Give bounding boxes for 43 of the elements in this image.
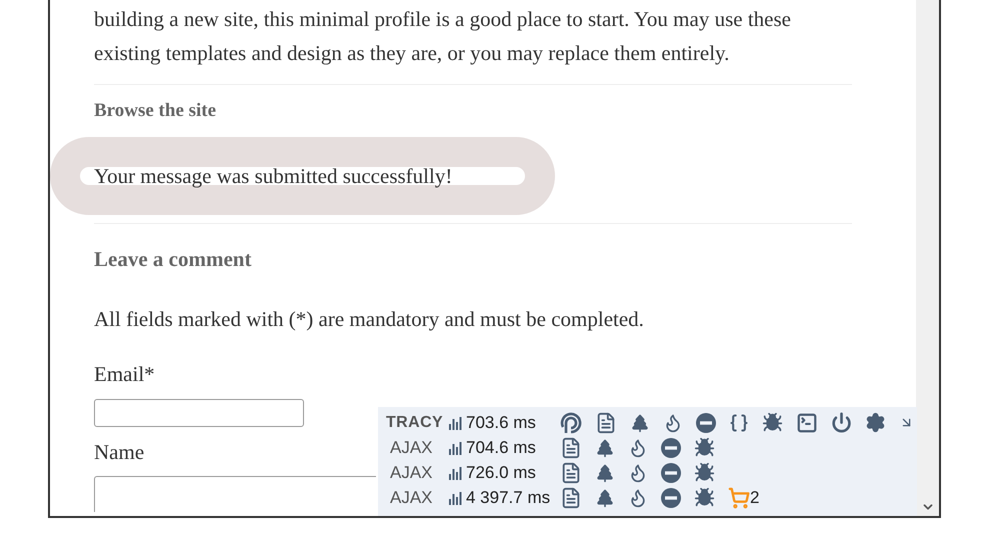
cart-count: 2 <box>750 486 760 509</box>
chart-bars-icon <box>448 416 462 430</box>
ajax-label: AJAX <box>389 462 434 484</box>
field-label: Email* <box>94 361 155 388</box>
bug-icon[interactable] <box>694 462 715 483</box>
bug-icon[interactable] <box>762 412 783 433</box>
status-message: Your message was submitted successfully! <box>94 163 452 190</box>
scrollbar[interactable] <box>916 0 939 516</box>
tracy-label: TRACY <box>385 412 444 432</box>
ajax-label: AJAX <box>389 436 434 459</box>
chart-bars-icon <box>448 440 462 454</box>
request-time: 726.0 ms <box>466 462 536 484</box>
terminal-icon[interactable] <box>796 412 818 434</box>
document-icon[interactable] <box>560 436 582 458</box>
name-field[interactable] <box>94 476 376 512</box>
chart-bars-icon <box>448 466 462 480</box>
power-icon[interactable] <box>831 412 852 433</box>
braces-icon[interactable] <box>729 412 749 432</box>
request-time: 704.6 ms <box>466 436 536 459</box>
browse-heading: Browse the site <box>94 99 216 123</box>
minus-circle-icon[interactable] <box>661 462 681 482</box>
document-icon[interactable] <box>560 462 582 484</box>
comment-heading: Leave a comment <box>94 246 252 273</box>
spiral-icon[interactable] <box>560 412 582 434</box>
tree-icon[interactable] <box>630 412 650 432</box>
request-time: 703.6 ms <box>466 412 536 434</box>
field-label: Name <box>94 438 144 466</box>
minus-circle-icon[interactable] <box>696 412 716 432</box>
chart-bars-icon <box>448 490 462 504</box>
document-icon[interactable] <box>595 412 617 434</box>
tree-icon[interactable] <box>595 462 615 482</box>
tree-icon[interactable] <box>595 438 615 458</box>
minus-circle-icon[interactable] <box>661 438 681 458</box>
mandatory-note: All fields marked with (*) are mandatory and must be completed. <box>94 306 645 332</box>
tree-icon[interactable] <box>595 488 615 508</box>
ajax-label: AJAX <box>389 486 434 509</box>
bug-icon[interactable] <box>694 437 715 458</box>
minus-circle-icon[interactable] <box>661 488 681 508</box>
bug-icon[interactable] <box>694 487 715 508</box>
email-field[interactable] <box>94 398 304 426</box>
article-paragraph: building a new site, this minimal profile is a good place to start. You may use these existing templates and design as they are, or you may replace them entirely. <box>94 6 792 67</box>
document-icon[interactable] <box>560 486 582 508</box>
request-time: 4 397.7 ms <box>466 486 550 509</box>
